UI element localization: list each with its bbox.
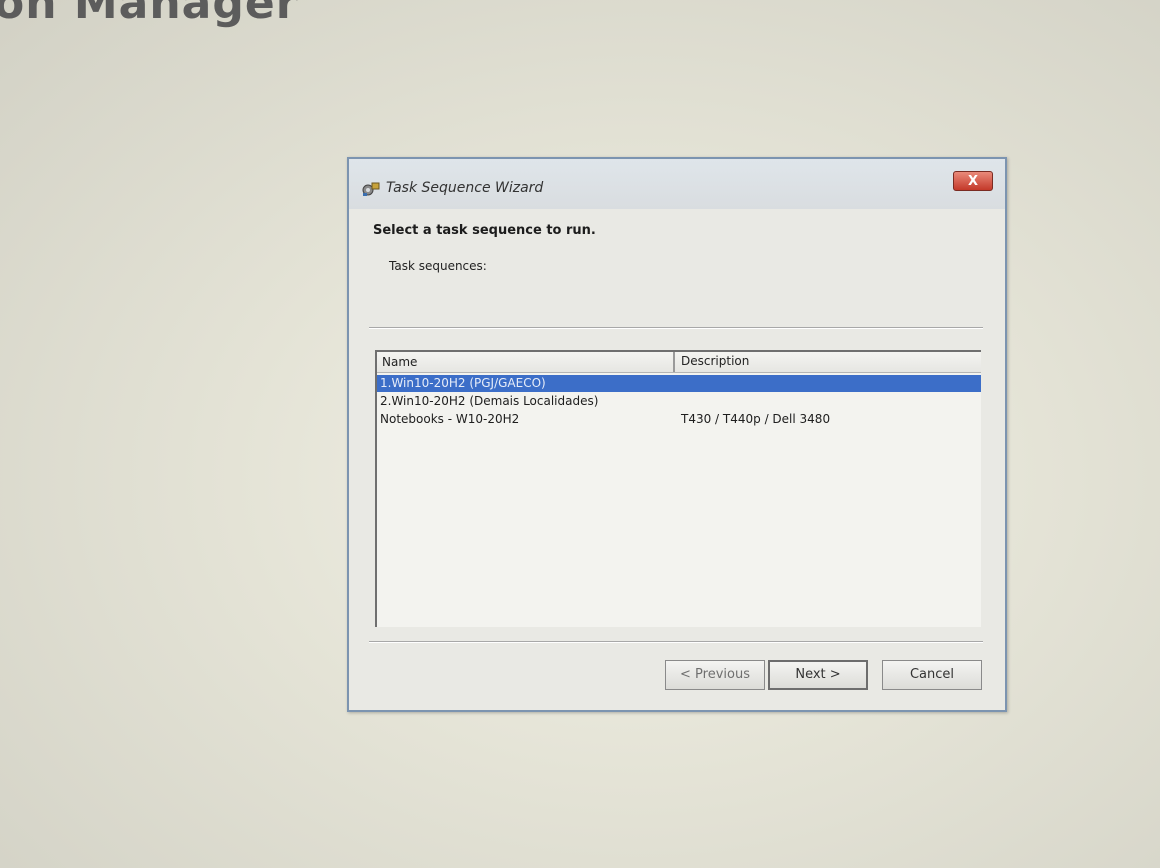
list-item-description: T430 / T440p / Dell 3480 [681,412,831,426]
column-header-description[interactable]: Description [681,354,749,368]
list-item-name: 1.Win10-20H2 (PGJ/GAECO) [380,376,546,390]
list-item-name: 2.Win10-20H2 (Demais Localidades) [380,394,599,408]
bottom-separator [369,641,983,643]
dialog-title: Task Sequence Wizard [386,180,544,196]
close-button[interactable]: X [953,171,993,191]
top-separator [369,327,983,329]
background-window-title: on Manager [0,0,299,29]
column-header-name[interactable]: Name [382,355,417,369]
task-sequence-gear-icon [361,181,381,197]
list-item-name: Notebooks - W10-20H2 [380,412,520,426]
cancel-button[interactable]: Cancel [882,660,982,690]
list-item-task-sequence-3[interactable]: Notebooks - W10-20H2 T430 / T440p / Dell… [377,411,981,428]
previous-button[interactable]: < Previous [665,660,765,690]
next-button[interactable]: Next > [768,660,868,690]
list-item-task-sequence-2[interactable]: 2.Win10-20H2 (Demais Localidades) [377,393,981,410]
task-sequence-wizard-dialog: Task Sequence Wizard X Select a task seq… [347,157,1007,712]
list-header: Name Description [377,352,981,373]
wizard-heading: Select a task sequence to run. [373,223,596,238]
list-item-task-sequence-1[interactable]: 1.Win10-20H2 (PGJ/GAECO) [377,375,981,392]
task-sequences-label: Task sequences: [389,259,487,273]
task-sequence-list[interactable]: Name Description 1.Win10-20H2 (PGJ/GAECO… [375,350,981,627]
dialog-titlebar[interactable]: Task Sequence Wizard X [349,159,1005,209]
column-divider[interactable] [673,352,675,372]
